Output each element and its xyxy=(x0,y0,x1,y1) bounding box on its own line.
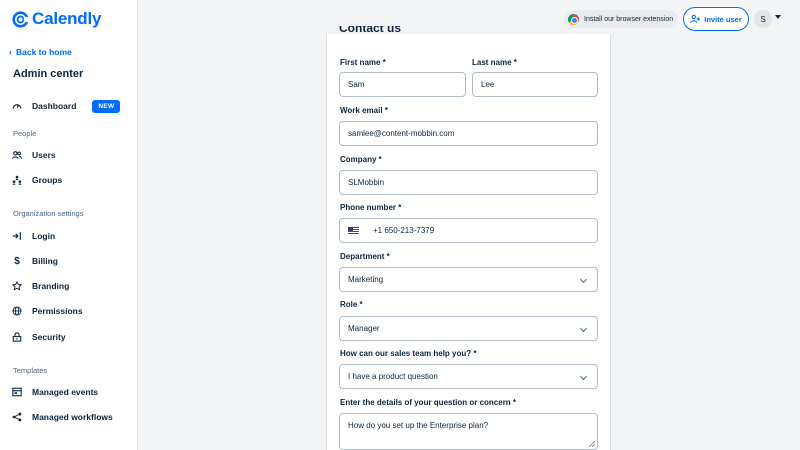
chrome-icon xyxy=(568,13,579,25)
form-title: Contact us xyxy=(339,26,401,36)
login-icon xyxy=(12,232,21,240)
phone-number-value: +1 650-213-7379 xyxy=(373,226,435,235)
phone-number-input[interactable]: +1 650-213-7379 xyxy=(339,218,598,243)
section-people: People xyxy=(13,129,37,138)
role-label: Role * xyxy=(340,300,363,309)
calendly-logo[interactable]: Calendly xyxy=(12,9,101,29)
sidebar-item-label: Branding xyxy=(32,281,70,291)
company-label: Company * xyxy=(340,155,382,164)
dollar-icon: $ xyxy=(14,255,20,267)
sidebar-item-security[interactable]: Security xyxy=(12,329,66,345)
caret-down-icon[interactable] xyxy=(775,15,781,19)
sidebar-item-managed-events[interactable]: Managed events xyxy=(12,384,98,400)
admin-center-title: Admin center xyxy=(13,68,84,80)
sidebar-item-label: Permissions xyxy=(32,306,83,316)
calendly-logo-icon xyxy=(12,10,29,28)
sidebar-item-login[interactable]: Login xyxy=(12,228,55,244)
sidebar-item-groups[interactable]: Groups xyxy=(12,172,62,188)
install-extension-label: Install our browser extension xyxy=(584,15,674,23)
company-input[interactable]: SLMobbin xyxy=(339,170,598,195)
sidebar-item-permissions[interactable]: Permissions xyxy=(12,303,83,319)
workflow-icon xyxy=(12,412,22,422)
details-textarea[interactable]: How do you set up the Enterprise plan? xyxy=(339,413,598,450)
groups-icon xyxy=(12,175,22,185)
star-icon xyxy=(12,281,22,291)
new-badge: NEW xyxy=(92,99,121,113)
phone-number-label: Phone number * xyxy=(340,203,402,212)
sales-help-label: How can our sales team help you? * xyxy=(340,349,477,358)
section-organization-settings: Organization settings xyxy=(13,209,84,218)
users-icon xyxy=(12,151,22,159)
sidebar-item-label: Dashboard xyxy=(32,101,77,111)
lock-icon xyxy=(12,332,22,342)
last-name-label: Last name * xyxy=(472,58,517,67)
form-title-text: Contact us xyxy=(339,26,402,35)
sidebar-item-billing[interactable]: $ Billing xyxy=(12,253,58,269)
sidebar-item-branding[interactable]: Branding xyxy=(12,278,69,294)
first-name-input[interactable]: Sam xyxy=(339,72,466,97)
details-value: How do you set up the Enterprise plan? xyxy=(348,421,489,430)
sidebar-item-label: Login xyxy=(32,231,56,241)
work-email-input[interactable]: samlee@content-mobbin.com xyxy=(339,121,598,146)
gauge-icon xyxy=(12,104,22,109)
resize-handle-icon[interactable] xyxy=(589,441,595,447)
sales-help-select[interactable]: I have a product question xyxy=(339,364,598,389)
invite-user-label: Invite user xyxy=(704,14,742,24)
sidebar-item-label: Managed workflows xyxy=(32,412,113,422)
details-label: Enter the details of your question or co… xyxy=(340,398,517,407)
add-user-icon xyxy=(690,14,701,23)
sidebar-item-label: Users xyxy=(32,150,56,160)
sidebar-item-managed-workflows[interactable]: Managed workflows xyxy=(12,409,113,425)
first-name-label: First name * xyxy=(340,58,386,67)
last-name-input[interactable]: Lee xyxy=(472,72,598,97)
sidebar-item-label: Managed events xyxy=(32,387,99,397)
department-label: Department * xyxy=(340,252,390,261)
sidebar-item-users[interactable]: Users xyxy=(12,147,56,163)
install-extension-button[interactable]: Install our browser extension xyxy=(564,10,678,28)
work-email-label: Work email * xyxy=(340,106,388,115)
invite-user-button[interactable]: Invite user xyxy=(683,7,749,31)
sidebar-item-dashboard[interactable]: Dashboard NEW xyxy=(12,98,121,114)
sidebar-item-label: Groups xyxy=(32,175,63,185)
brand-name: Calendly xyxy=(32,9,102,28)
chevron-left-icon: ‹ xyxy=(9,47,12,57)
department-select[interactable]: Marketing xyxy=(339,267,598,292)
section-templates: Templates xyxy=(13,366,48,375)
avatar[interactable]: S xyxy=(754,10,772,28)
sidebar-item-label: Billing xyxy=(32,256,58,266)
calendar-icon xyxy=(12,387,22,397)
back-to-home-link[interactable]: ‹ Back to home xyxy=(9,47,72,57)
globe-icon xyxy=(12,306,22,316)
back-to-home-label: Back to home xyxy=(16,47,72,57)
sidebar: Calendly ‹ Back to home Admin center Das… xyxy=(0,0,138,450)
sidebar-item-label: Security xyxy=(32,332,66,342)
role-select[interactable]: Manager xyxy=(339,316,598,341)
us-flag-icon[interactable] xyxy=(348,227,359,234)
